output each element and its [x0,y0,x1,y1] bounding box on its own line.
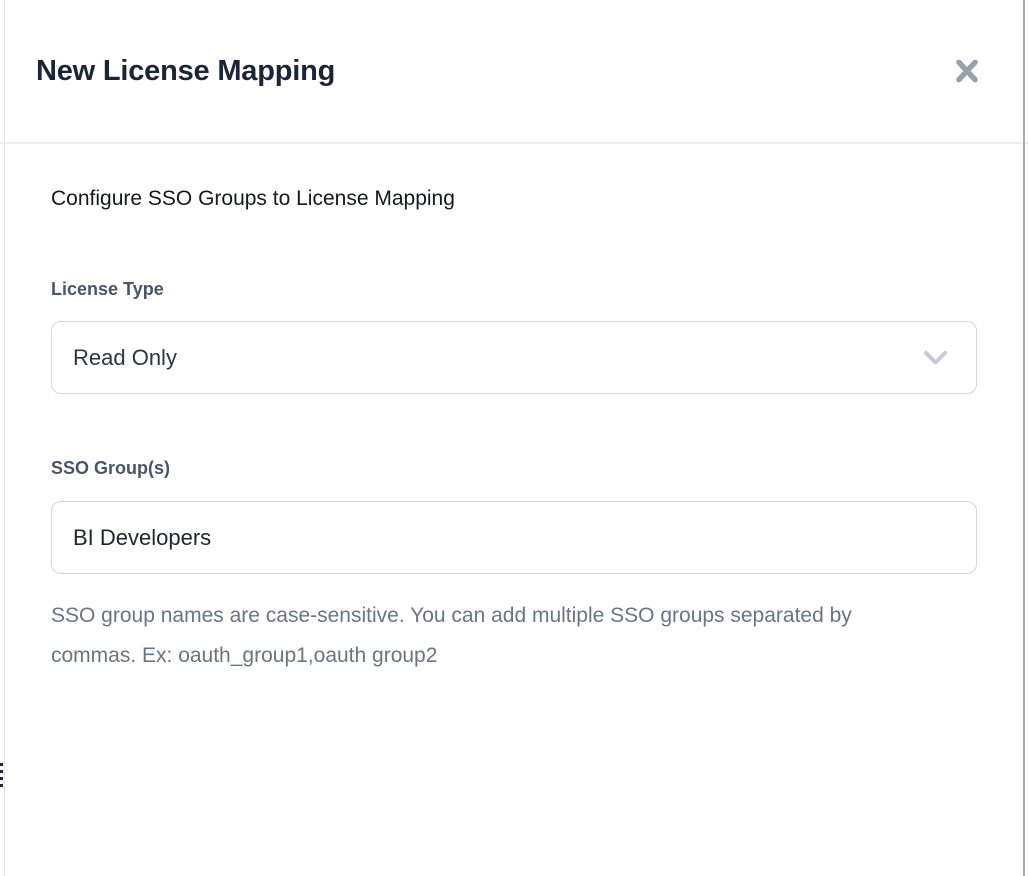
modal-title: New License Mapping [36,55,335,88]
sso-groups-help-text: SSO group names are case-sensitive. You … [51,596,896,676]
modal-body: Configure SSO Groups to License Mapping … [0,187,1028,676]
license-type-select[interactable]: Read Only [51,321,977,394]
close-button[interactable] [951,55,983,87]
x-icon [952,57,982,85]
sso-groups-label: SSO Group(s) [51,458,977,479]
chevron-down-icon [922,349,949,367]
license-type-label: License Type [51,279,977,300]
sso-groups-input[interactable] [51,501,977,574]
license-type-value: Read Only [73,345,177,371]
modal-subtitle: Configure SSO Groups to License Mapping [51,187,977,211]
background-page-edge [4,0,5,876]
new-license-mapping-modal: New License Mapping Configure SSO Groups… [0,0,1028,876]
right-border [1023,0,1025,876]
menu-lines-icon [0,763,3,791]
modal-header: New License Mapping [0,0,1028,144]
